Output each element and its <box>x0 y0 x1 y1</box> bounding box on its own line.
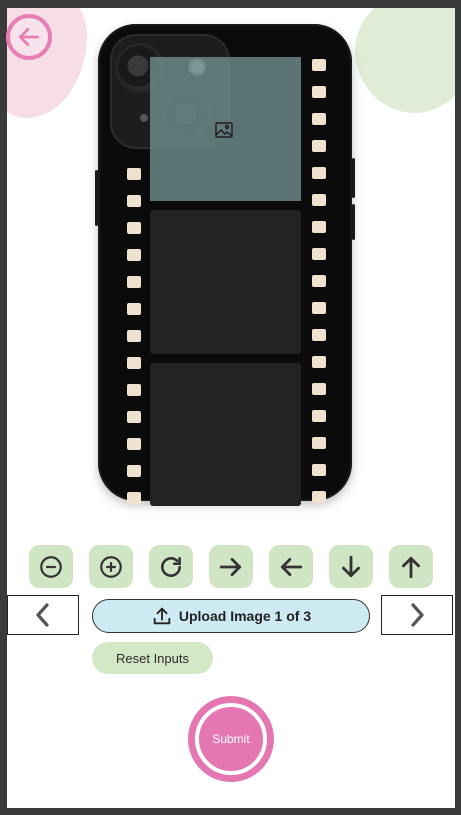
film-perforation <box>127 465 141 477</box>
zoom-in-button[interactable] <box>89 545 133 588</box>
film-perforation <box>312 356 326 368</box>
move-left-icon <box>280 557 303 576</box>
film-perforation <box>312 275 326 287</box>
move-left-button[interactable] <box>269 545 313 588</box>
film-perforation <box>312 383 326 395</box>
phone-side-button <box>352 158 355 198</box>
film-perforation <box>127 384 141 396</box>
move-right-button[interactable] <box>209 545 253 588</box>
film-perforation <box>127 438 141 450</box>
move-up-icon <box>402 556 420 578</box>
film-perforation <box>312 194 326 206</box>
film-perforation <box>312 140 326 152</box>
film-perforation <box>127 276 141 288</box>
film-frame-2[interactable] <box>150 210 301 354</box>
reset-inputs-label: Reset Inputs <box>116 650 189 666</box>
film-perforation <box>312 329 326 341</box>
phone-side-button <box>352 204 355 240</box>
film-perforation <box>127 411 141 423</box>
image-placeholder-icon <box>215 122 233 138</box>
film-perforation <box>127 330 141 342</box>
reset-inputs-button[interactable]: Reset Inputs <box>92 642 213 674</box>
film-perforation <box>312 113 326 125</box>
upload-image-label: Upload Image 1 of 3 <box>178 608 312 624</box>
film-perforation <box>127 195 141 207</box>
film-perforation <box>127 303 141 315</box>
rotate-icon <box>161 556 181 577</box>
film-perforation <box>312 86 326 98</box>
film-perforation <box>127 222 141 234</box>
decorative-blob-green <box>355 8 455 113</box>
film-perforation <box>312 167 326 179</box>
film-frame-3[interactable] <box>150 363 301 506</box>
film-perforation <box>312 410 326 422</box>
rotate-button[interactable] <box>149 545 193 588</box>
chevron-left-icon <box>36 603 49 627</box>
film-perforation <box>312 59 326 71</box>
film-perforation <box>127 249 141 261</box>
film-perforation <box>127 357 141 369</box>
film-perforation <box>127 168 141 180</box>
back-button[interactable] <box>6 14 52 60</box>
next-image-button[interactable] <box>381 595 453 635</box>
move-down-button[interactable] <box>329 545 373 588</box>
film-perforation <box>312 491 326 503</box>
phone-case-preview <box>95 24 355 506</box>
zoom-out-button[interactable] <box>29 545 73 588</box>
film-perforation <box>312 464 326 476</box>
camera-mic <box>140 114 148 122</box>
upload-image-button[interactable]: Upload Image 1 of 3 <box>92 599 370 633</box>
phone-side-button <box>95 170 98 226</box>
move-up-button[interactable] <box>389 545 433 588</box>
zoom-out-icon <box>40 555 62 578</box>
film-perforation <box>312 437 326 449</box>
upload-icon <box>153 607 171 625</box>
submit-label: Submit <box>212 732 250 746</box>
arrow-left-icon <box>18 28 40 46</box>
film-perforation <box>312 302 326 314</box>
film-perforation <box>312 248 326 260</box>
submit-button-ring: Submit <box>195 703 267 775</box>
move-right-icon <box>219 557 242 576</box>
move-down-icon <box>342 555 360 577</box>
film-perforation <box>127 492 141 504</box>
chevron-right-icon <box>411 603 424 627</box>
film-perforation <box>312 221 326 233</box>
previous-image-button[interactable] <box>7 595 79 635</box>
zoom-in-icon <box>100 555 122 578</box>
submit-button[interactable]: Submit <box>188 696 274 782</box>
